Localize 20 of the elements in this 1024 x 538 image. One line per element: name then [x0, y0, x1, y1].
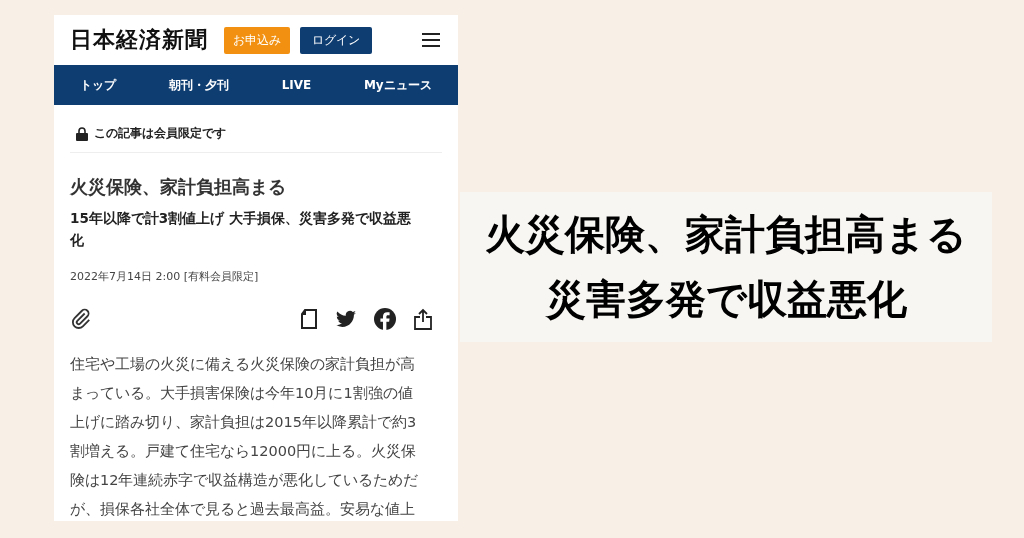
f-circle-icon[interactable] — [374, 308, 396, 330]
members-only-notice: この記事は会員限定です — [94, 125, 226, 142]
menu-icon[interactable] — [422, 32, 440, 48]
share-icon[interactable] — [414, 308, 432, 330]
article-title: 火災保険、家計負担高まる — [70, 175, 287, 199]
article-body: 住宅や工場の火災に備える火災保険の家計負担が高まっている。大手損害保険は今年10月に1割強の値上げに踏み切り、家計負担は2015年以降累計で約3割増える。戸建て住宅なら12000円に上る。火災保険は12年連続赤字で収益構造が悪化しているためだが、損保各社全体で見ると過去最高益。安易な値上 — [70, 355, 420, 519]
paperclip-icon[interactable] — [70, 308, 92, 330]
lock-icon — [76, 126, 88, 141]
bird-icon[interactable] — [336, 310, 356, 328]
nav-link[interactable]: トップ — [80, 76, 117, 94]
header-button[interactable]: ログイン — [300, 26, 372, 54]
article-date: 2022年7月14日 2:00 [有料会員限定] — [70, 269, 260, 284]
bookmark-icon[interactable] — [300, 309, 318, 329]
nav-link[interactable]: LIVE — [281, 78, 312, 92]
caption-text: 火災保険、家計負担高まる — [485, 210, 967, 259]
nav-link[interactable]: Myニュース — [363, 76, 432, 94]
newspaper-logo[interactable]: 日本経済新聞 — [70, 25, 208, 55]
article-subtitle: 15年以降で計3割値上げ 大手損保、災害多発で収益悪化 — [70, 209, 412, 250]
caption-text: 災害多発で収益悪化 — [545, 275, 907, 324]
nav-link[interactable]: 朝刊・夕刊 — [169, 76, 229, 94]
